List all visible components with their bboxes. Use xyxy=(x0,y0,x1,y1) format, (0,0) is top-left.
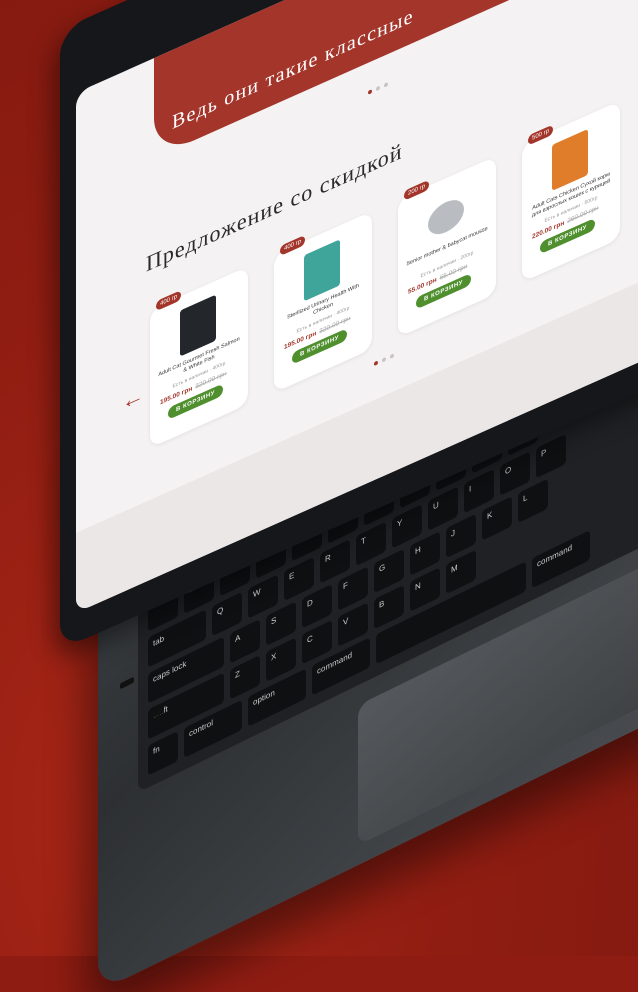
pagination-dot[interactable] xyxy=(384,81,388,88)
weight-badge: 400 гр xyxy=(156,290,182,312)
product-image[interactable] xyxy=(552,128,588,191)
key[interactable]: L xyxy=(518,478,548,524)
pagination-dot[interactable] xyxy=(382,356,386,363)
product-image[interactable] xyxy=(428,194,464,241)
arrow-left-icon[interactable]: ← xyxy=(122,381,144,416)
product-card[interactable]: 400 гр Sterilized Urinary Health With Ch… xyxy=(274,211,372,393)
pagination-dot[interactable] xyxy=(374,360,378,367)
key[interactable]: K xyxy=(482,496,512,541)
product-pagination xyxy=(374,353,394,367)
hero-pagination xyxy=(368,81,388,95)
weight-badge: 200 гр xyxy=(404,179,430,201)
pagination-dot[interactable] xyxy=(376,85,380,92)
pagination-dot[interactable] xyxy=(368,89,372,95)
key-command[interactable]: command xyxy=(532,530,590,589)
key-fn[interactable]: fn xyxy=(148,730,178,776)
product-image[interactable] xyxy=(304,239,340,302)
product-card[interactable]: 200 гр Senior mother & babycat mousse Ес… xyxy=(398,155,496,338)
key[interactable]: P xyxy=(536,433,566,479)
weight-badge: 500 гр xyxy=(528,124,554,146)
pagination-dot[interactable] xyxy=(390,353,394,360)
weight-badge: 400 гр xyxy=(280,234,306,257)
product-image[interactable] xyxy=(180,294,216,357)
product-card[interactable]: 500 гр Adult Cats Chicken Сухой корм для… xyxy=(522,100,620,283)
product-card[interactable]: 400 гр Adult Cat Gourmet Fresh Salmon & … xyxy=(150,266,248,448)
